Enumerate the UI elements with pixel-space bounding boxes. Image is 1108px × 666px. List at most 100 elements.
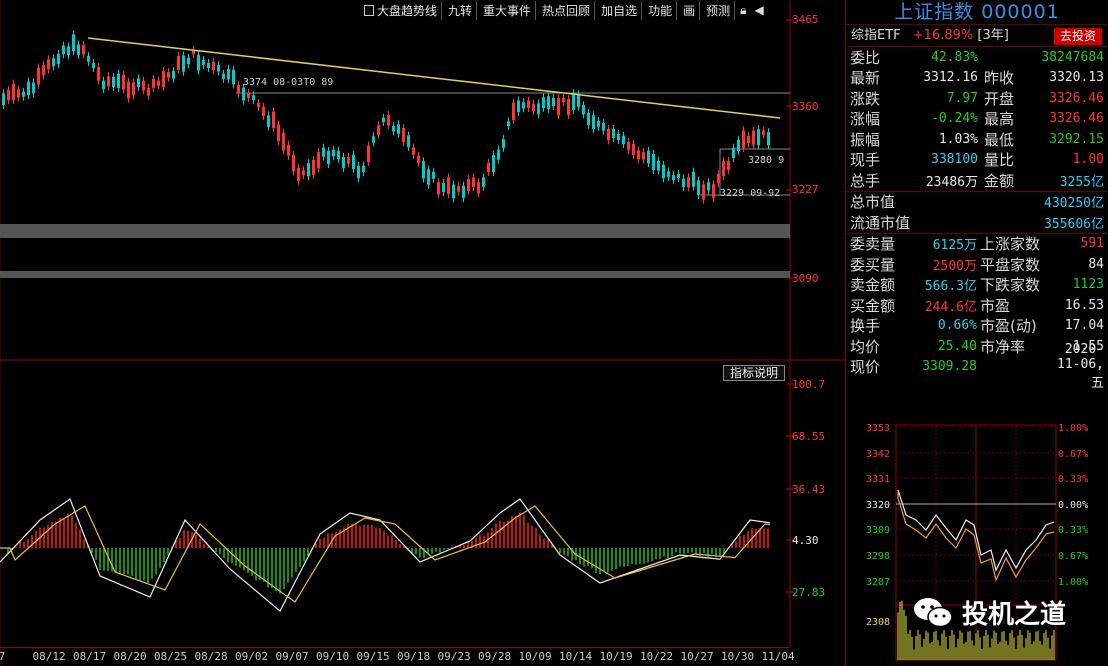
candle-body [462, 185, 465, 199]
candle-body [532, 103, 535, 111]
date-tick: 10/30 [721, 650, 755, 663]
cap-label: 流通市值 [850, 213, 911, 232]
watermark-text: 投机之道 [962, 600, 1067, 630]
toolbar-events[interactable]: 重大事件 [479, 0, 537, 20]
candle-body [2, 93, 5, 106]
invest-button[interactable]: 去投资 [1053, 28, 1102, 45]
candle-body [457, 185, 460, 192]
mini-price-label: 3331 [866, 474, 890, 485]
kline-chart[interactable] [0, 0, 845, 666]
date-tick: 08/12 [32, 650, 66, 663]
toolbar-nine[interactable]: 九转 [444, 0, 478, 20]
candle-body [197, 54, 200, 71]
date-tick: 10/27 [680, 650, 714, 663]
book-value: 17.04 [1064, 318, 1104, 334]
candle-body [37, 67, 40, 85]
book-value: 6125万 [932, 238, 977, 254]
candle-body [277, 124, 280, 142]
candle-body [647, 150, 650, 164]
market-cap-rows: 总市值 430250亿 流通市值 355606亿 [846, 190, 1108, 233]
high-annotation: 3374 08-03T0 89 [243, 77, 334, 88]
candle-body [47, 59, 50, 70]
quote-label: 涨跌 [850, 89, 881, 108]
candle-body [187, 57, 190, 65]
candle-body [372, 136, 375, 143]
lock-icon[interactable]: 🔒︎ [737, 3, 749, 18]
toolbar-hotspot[interactable]: 热点回顾 [538, 0, 596, 20]
book-label: 委买量 [850, 255, 896, 274]
candle-body [332, 149, 335, 157]
quote-value: 7.97 [946, 90, 978, 106]
arrow-icon[interactable]: ◀ [752, 3, 767, 17]
date-tick: 09/28 [478, 650, 512, 663]
candle-body [682, 178, 685, 188]
candle-body [427, 169, 430, 185]
quote-value: -0.24% [931, 111, 978, 127]
toolbar-add-watch[interactable]: 加自选 [597, 0, 643, 20]
candle-body [672, 175, 675, 181]
candle-body [537, 103, 540, 115]
candle-body [167, 71, 170, 78]
kline-chart-area[interactable]: 大盘趋势线 九转 重大事件 热点回顾 加自选 功能 画 预测 🔒︎ ◀ 指标说明… [0, 0, 845, 666]
price-axis-label: 3465 [792, 13, 819, 26]
quote-row: 现手 338100 量比 1.00 [846, 150, 1108, 171]
candle-body [552, 97, 555, 107]
book-value: 566.3亿 [924, 279, 977, 295]
date-axis: 07 08/12 08/17 08/20 08/25 08/28 09/02 09/07 09/… [0, 647, 795, 665]
candle-body [697, 180, 700, 196]
toolbar-draw[interactable]: 画 [679, 0, 701, 20]
date-tick: 10/09 [518, 650, 552, 663]
date-tick: 09/18 [397, 650, 431, 663]
indicator-explain-button[interactable]: 指标说明 [723, 365, 785, 381]
etf-row: 综指ETF +16.89% [3年] 去投资 [846, 24, 1108, 46]
candle-body [677, 173, 680, 178]
toolbar-function[interactable]: 功能 [644, 0, 678, 20]
toolbar-predict[interactable]: 预测 [702, 0, 736, 20]
candle-body [482, 177, 485, 187]
candle-body [177, 55, 180, 70]
candle-body [412, 147, 415, 155]
candle-body [7, 90, 10, 101]
stock-title: 上证指数 000001 [894, 1, 1060, 23]
date-tick: 07 [0, 650, 6, 663]
date-tick: 09/07 [275, 650, 309, 663]
macd-axis-label: 4.30 [792, 534, 819, 547]
candle-body [472, 177, 475, 187]
toolbar-trend[interactable]: 大盘趋势线 [360, 0, 443, 20]
quote-row: 委比 42.83% 38247684 [846, 47, 1108, 68]
candle-body [72, 34, 75, 52]
candle-body [487, 162, 490, 173]
candle-body [352, 154, 355, 170]
candle-body [762, 130, 765, 135]
candle-body [207, 63, 210, 68]
mini-price-label: 3298 [866, 551, 890, 562]
price-axis-label: 3360 [792, 100, 819, 113]
book-value: 84 [1088, 256, 1104, 272]
candle-body [22, 91, 25, 97]
quote-label: 现手 [850, 151, 881, 170]
etf-name[interactable]: 综指ETF [851, 28, 901, 43]
candle-body [292, 154, 295, 172]
candle-body [402, 127, 405, 143]
cap-value: 355606亿 [1044, 216, 1104, 232]
checkbox-icon[interactable] [364, 4, 374, 16]
candle-body [642, 152, 645, 160]
candle-body [502, 139, 505, 148]
quote-value: 1.03% [938, 131, 978, 147]
mini-price-label: 3320 [866, 500, 890, 511]
candle-body [357, 165, 360, 179]
date-tick: 10/22 [640, 650, 674, 663]
candle-body [67, 46, 70, 56]
candle-body [287, 144, 290, 156]
gap-band [0, 224, 790, 238]
book-row: 委买量 2500万 平盘家数 84 [846, 254, 1108, 275]
candle-body [102, 80, 105, 90]
candle-body [687, 177, 690, 188]
quote-label: 涨幅 [850, 110, 881, 129]
book-label: 卖金额 [850, 276, 896, 295]
candle-body [747, 135, 750, 144]
candle-body [702, 184, 705, 200]
candle-body [162, 70, 165, 88]
candle-body [397, 124, 400, 134]
candle-body [222, 73, 225, 79]
